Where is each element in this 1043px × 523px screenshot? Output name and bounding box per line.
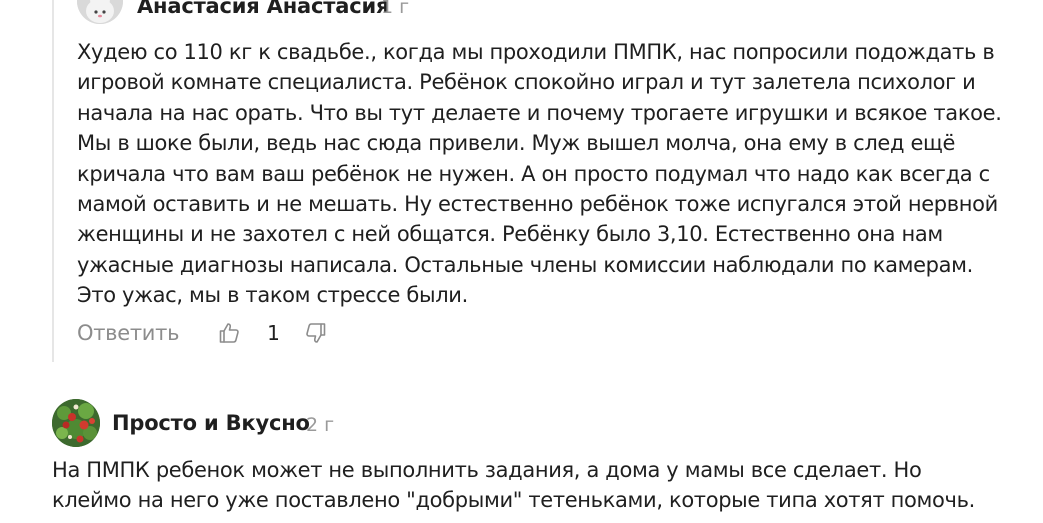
bunny-avatar-icon (77, 0, 123, 24)
author-name[interactable]: Просто и Вкусно (112, 411, 310, 435)
thumb-up-icon[interactable] (217, 320, 243, 346)
author-avatar[interactable] (77, 0, 123, 24)
comment-age: 2 г (306, 414, 335, 436)
reply-button[interactable]: Ответить (77, 321, 179, 345)
thumb-down-icon[interactable] (304, 320, 330, 346)
author-name[interactable]: Анастасия Анастасия (137, 0, 389, 18)
like-count: 1 (267, 321, 280, 345)
comment-actions: Ответить 1 (77, 317, 330, 349)
salad-avatar-icon (52, 399, 100, 447)
author-avatar[interactable] (52, 399, 100, 447)
comment-text: На ПМПК ребенок может не выполнить задан… (52, 458, 975, 513)
comment-text: Худею со 110 кг к свадьбе., когда мы про… (77, 40, 1002, 308)
thread-line (52, 0, 54, 362)
comment-age: 1 г (381, 0, 410, 18)
